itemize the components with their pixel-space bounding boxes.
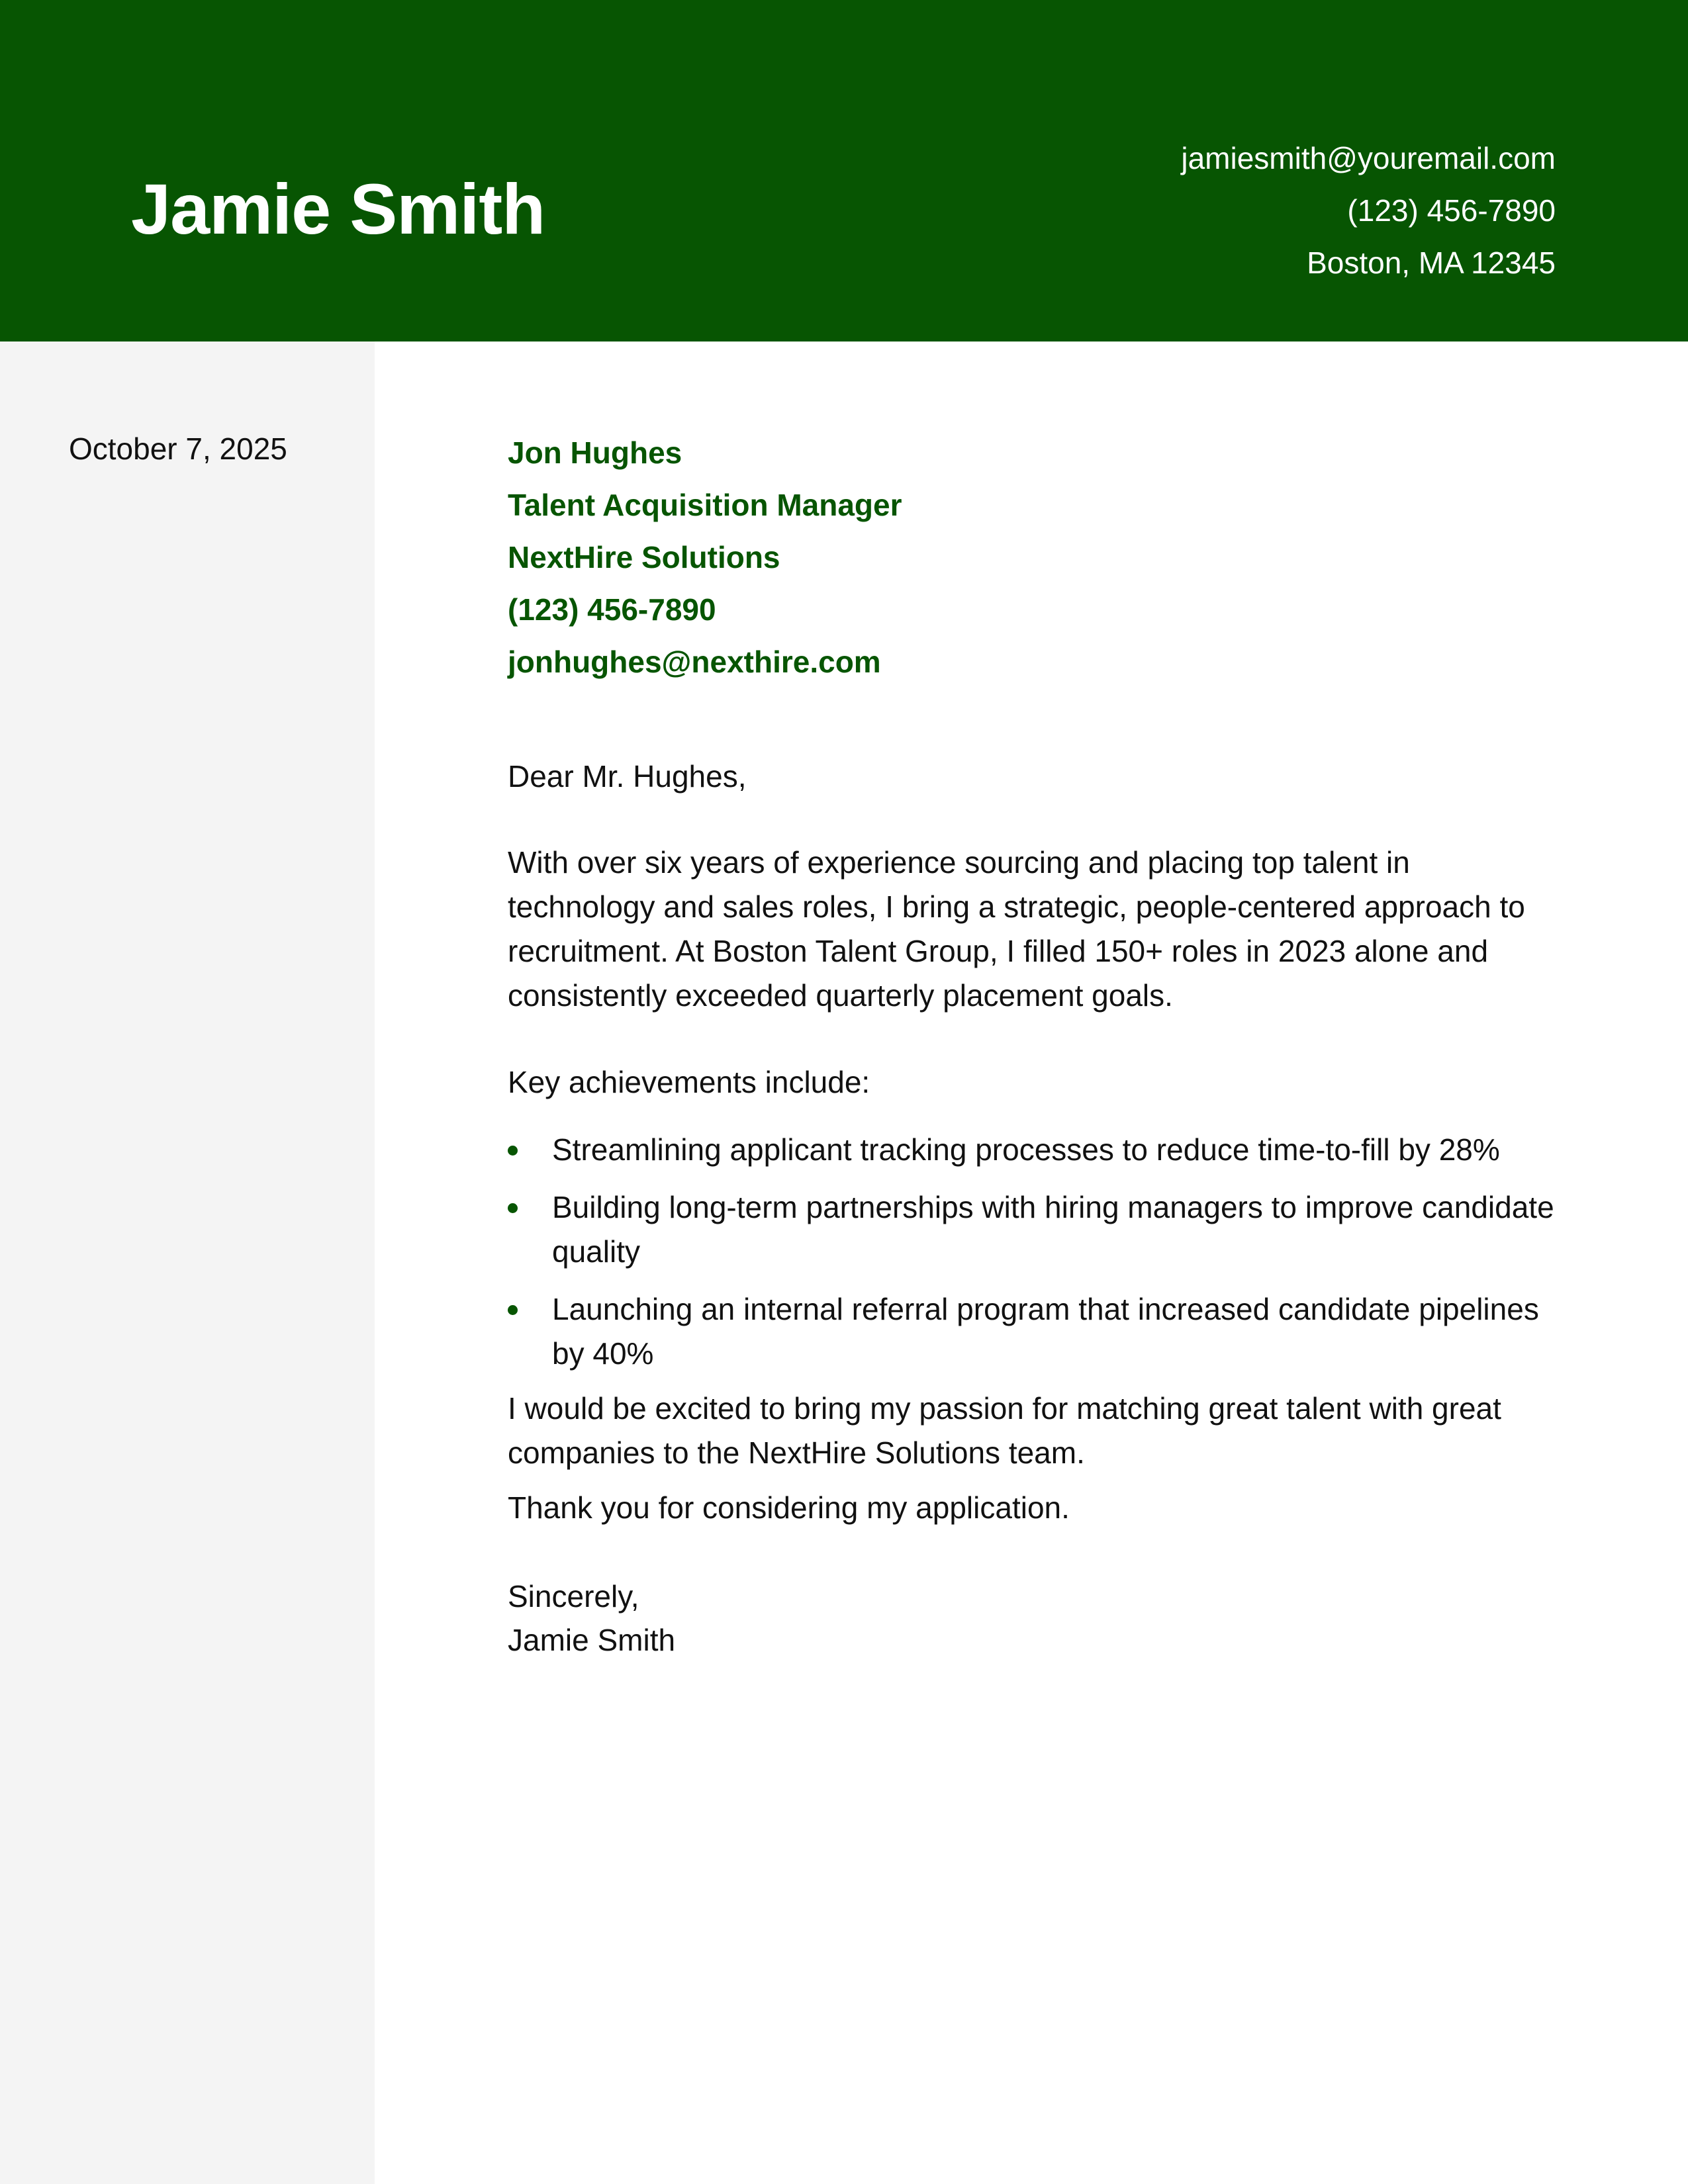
recipient-block: Jon Hughes Talent Acquisition Manager Ne…: [508, 427, 1560, 688]
list-item: Streamlining applicant tracking processe…: [508, 1128, 1560, 1172]
thanks-line: Thank you for considering my application…: [508, 1490, 1070, 1525]
paragraph-closing: I would be excited to bring my passion f…: [508, 1391, 1501, 1470]
list-item: Launching an internal referral program t…: [508, 1287, 1560, 1376]
recipient-title: Talent Acquisition Manager: [508, 488, 902, 522]
sidebar: [0, 341, 375, 2184]
achievements-intro: Key achievements include:: [508, 1065, 870, 1099]
bullet-icon: [508, 1146, 518, 1156]
sender-email: jamiesmith@youremail.com: [1181, 141, 1556, 175]
recipient-name: Jon Hughes: [508, 435, 682, 470]
letter-body: Jon Hughes Talent Acquisition Manager Ne…: [508, 427, 1560, 1662]
salutation: Dear Mr. Hughes,: [508, 759, 747, 794]
achievement-text: Launching an internal referral program t…: [552, 1292, 1539, 1371]
achievements-list: Streamlining applicant tracking processe…: [508, 1128, 1560, 1376]
signature: Jamie Smith: [508, 1623, 676, 1657]
achievement-text: Building long-term partnerships with hir…: [552, 1190, 1554, 1269]
achievement-text: Streamlining applicant tracking processe…: [552, 1132, 1500, 1167]
sender-contact: jamiesmith@youremail.com (123) 456-7890 …: [1181, 132, 1556, 289]
closing-block: Sincerely, Jamie Smith: [508, 1574, 1560, 1662]
list-item: Building long-term partnerships with hir…: [508, 1185, 1560, 1274]
bullet-icon: [508, 1305, 518, 1315]
letter-date: October 7, 2025: [69, 432, 287, 466]
header-banner: Jamie Smith jamiesmith@youremail.com (12…: [0, 0, 1688, 341]
paragraph-intro: With over six years of experience sourci…: [508, 845, 1525, 1013]
sender-location: Boston, MA 12345: [1307, 246, 1556, 280]
closing-phrase: Sincerely,: [508, 1579, 639, 1614]
recipient-phone: (123) 456-7890: [508, 592, 716, 627]
sender-name: Jamie Smith: [131, 169, 545, 249]
recipient-company: NextHire Solutions: [508, 540, 780, 574]
recipient-email: jonhughes@nexthire.com: [508, 645, 881, 679]
sender-phone: (123) 456-7890: [1347, 193, 1556, 228]
bullet-icon: [508, 1203, 518, 1213]
